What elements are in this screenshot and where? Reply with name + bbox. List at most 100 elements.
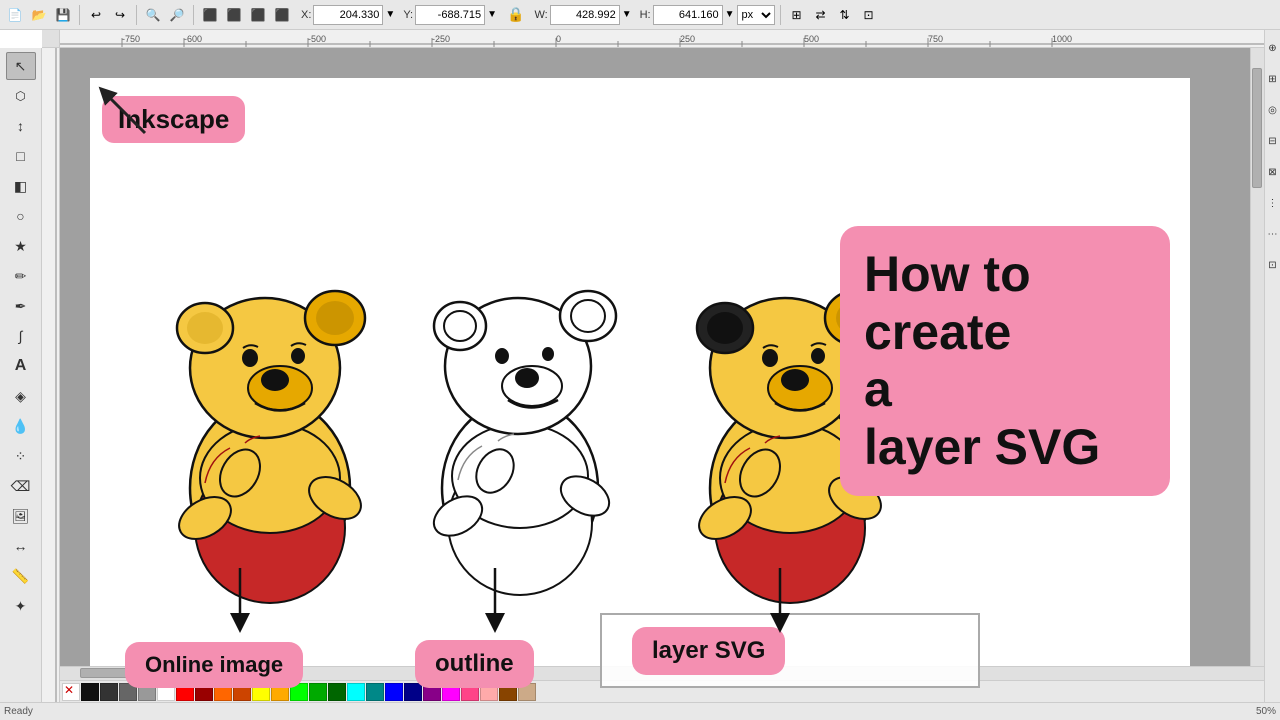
y-coord-field: Y: ▼ [403,5,497,25]
w-coord-field: W: ▼ [534,5,631,25]
lock-field: 🔒 [505,6,526,23]
redo-icon[interactable]: ↪ [109,4,131,26]
open-icon[interactable]: 📂 [28,4,50,26]
select-tool[interactable]: ↖ [6,52,36,80]
how-to-line3: a [864,361,1146,419]
zoom-level: 50% [1256,706,1276,717]
svg-text:-750: -750 [122,34,140,44]
svg-text:500: 500 [804,34,819,44]
x-coord-field: X: ▼ [301,5,395,25]
color-swatch-green[interactable] [309,683,327,701]
ruler-corner [42,30,60,48]
color-swatch-black[interactable] [81,683,99,701]
color-swatch-blue[interactable] [385,683,403,701]
y-label: Y: [403,9,413,21]
layer-svg-container: layer SVG [600,613,980,688]
pen-tool[interactable]: ✒ [6,292,36,320]
ruler-top: -750 -600 -500 -250 0 250 500 750 1000 [60,30,1264,48]
color-swatch-navy[interactable] [404,683,422,701]
zoom-out-icon[interactable]: 🔎 [166,4,188,26]
right-panel: ⊕ ⊞ ◎ ⊟ ⊠ ⋮ ⋯ ⊡ [1264,30,1280,702]
spray-tool[interactable]: ⁘ [6,442,36,470]
svg-text:1000: 1000 [1052,34,1072,44]
canvas-area: Inkscape [60,48,1264,702]
online-image-label: Online image [125,642,303,688]
w-icon: ▼ [622,9,632,20]
x-input[interactable] [313,5,383,25]
flip-v-icon[interactable]: ⇅ [834,4,856,26]
new-icon[interactable]: 📄 [4,4,26,26]
scrollbar-vertical[interactable] [1250,48,1264,666]
svg-text:0: 0 [556,34,561,44]
flip-h-icon[interactable]: ⇄ [810,4,832,26]
outline-label: outline [415,640,534,688]
align-right-icon[interactable]: ⬛ [247,4,269,26]
color-swatch-none[interactable]: ✕ [62,683,80,701]
h-icon: ▼ [725,9,735,20]
inkscape-label: Inkscape [102,96,245,143]
eyedropper-tool[interactable]: 💧 [6,412,36,440]
w-input[interactable] [550,5,620,25]
svg-text:-600: -600 [184,34,202,44]
image-tool[interactable]: 🖼 [6,502,36,530]
how-to-line2: create [864,304,1146,362]
align-center-icon[interactable]: ⬛ [223,4,245,26]
calligraphy-tool[interactable]: ∫ [6,322,36,350]
color-swatch-cyan[interactable] [347,683,365,701]
sep1 [79,5,80,25]
sep4 [780,5,781,25]
h-input[interactable] [653,5,723,25]
color-swatch-darkgray[interactable] [100,683,118,701]
how-to-text-box: How to create a layer SVG [840,226,1170,496]
x-icon: ▼ [385,9,395,20]
canvas-page: Inkscape [90,78,1190,698]
top-toolbar: 📄 📂 💾 ↩ ↪ 🔍 🔎 ⬛ ⬛ ⬛ ⬛ X: ▼ Y: ▼ 🔒 W: ▼ H… [0,0,1280,30]
svg-text:-500: -500 [308,34,326,44]
save-icon[interactable]: 💾 [52,4,74,26]
connector-tool[interactable]: ↔ [6,532,36,560]
x-label: X: [301,9,311,21]
ruler-left [42,48,60,702]
h-coord-field: H: ▼ [640,5,735,25]
svg-text:750: 750 [928,34,943,44]
bottom-status-bar: Ready 50% [0,702,1280,720]
node-tool[interactable]: ⬡ [6,82,36,110]
y-icon: ▼ [487,9,497,20]
h-label: H: [640,9,651,21]
unit-select[interactable]: px mm in [737,5,775,25]
layer-svg-label: layer SVG [632,627,785,675]
zoom-tool[interactable]: ↕ [6,112,36,140]
w-label: W: [534,9,547,21]
star-tool[interactable]: ★ [6,232,36,260]
figure-outline [410,188,630,618]
transform-icon[interactable]: ⊞ [786,4,808,26]
align-left-icon[interactable]: ⬛ [199,4,221,26]
rect-tool[interactable]: □ [6,142,36,170]
how-to-line4: layer SVG [864,419,1146,477]
scroll-thumb-v[interactable] [1252,68,1262,188]
text-tool[interactable]: A [6,352,36,380]
dropper-tool[interactable]: ✦ [6,592,36,620]
cube-tool[interactable]: ◧ [6,172,36,200]
align-distribute-icon[interactable]: ⬛ [271,4,293,26]
sep2 [136,5,137,25]
undo-icon[interactable]: ↩ [85,4,107,26]
group-icon[interactable]: ⊡ [858,4,880,26]
zoom-in-icon[interactable]: 🔍 [142,4,164,26]
svg-text:-250: -250 [432,34,450,44]
left-toolbox: ↖ ⬡ ↕ □ ◧ ○ ★ ✏ ✒ ∫ A ◈ 💧 ⁘ ⌫ 🖼 ↔ 📏 ✦ [0,48,42,702]
circle-tool[interactable]: ○ [6,202,36,230]
figure-colored [150,188,390,618]
how-to-line1: How to [864,246,1146,304]
color-swatch-darkgreen[interactable] [328,683,346,701]
eraser-tool[interactable]: ⌫ [6,472,36,500]
pencil-tool[interactable]: ✏ [6,262,36,290]
gradient-tool[interactable]: ◈ [6,382,36,410]
lock-icon[interactable]: 🔒 [505,6,526,23]
status-text: Ready [4,706,33,717]
measure-tool[interactable]: 📏 [6,562,36,590]
sep3 [193,5,194,25]
color-swatch-teal[interactable] [366,683,384,701]
svg-text:250: 250 [680,34,695,44]
y-input[interactable] [415,5,485,25]
